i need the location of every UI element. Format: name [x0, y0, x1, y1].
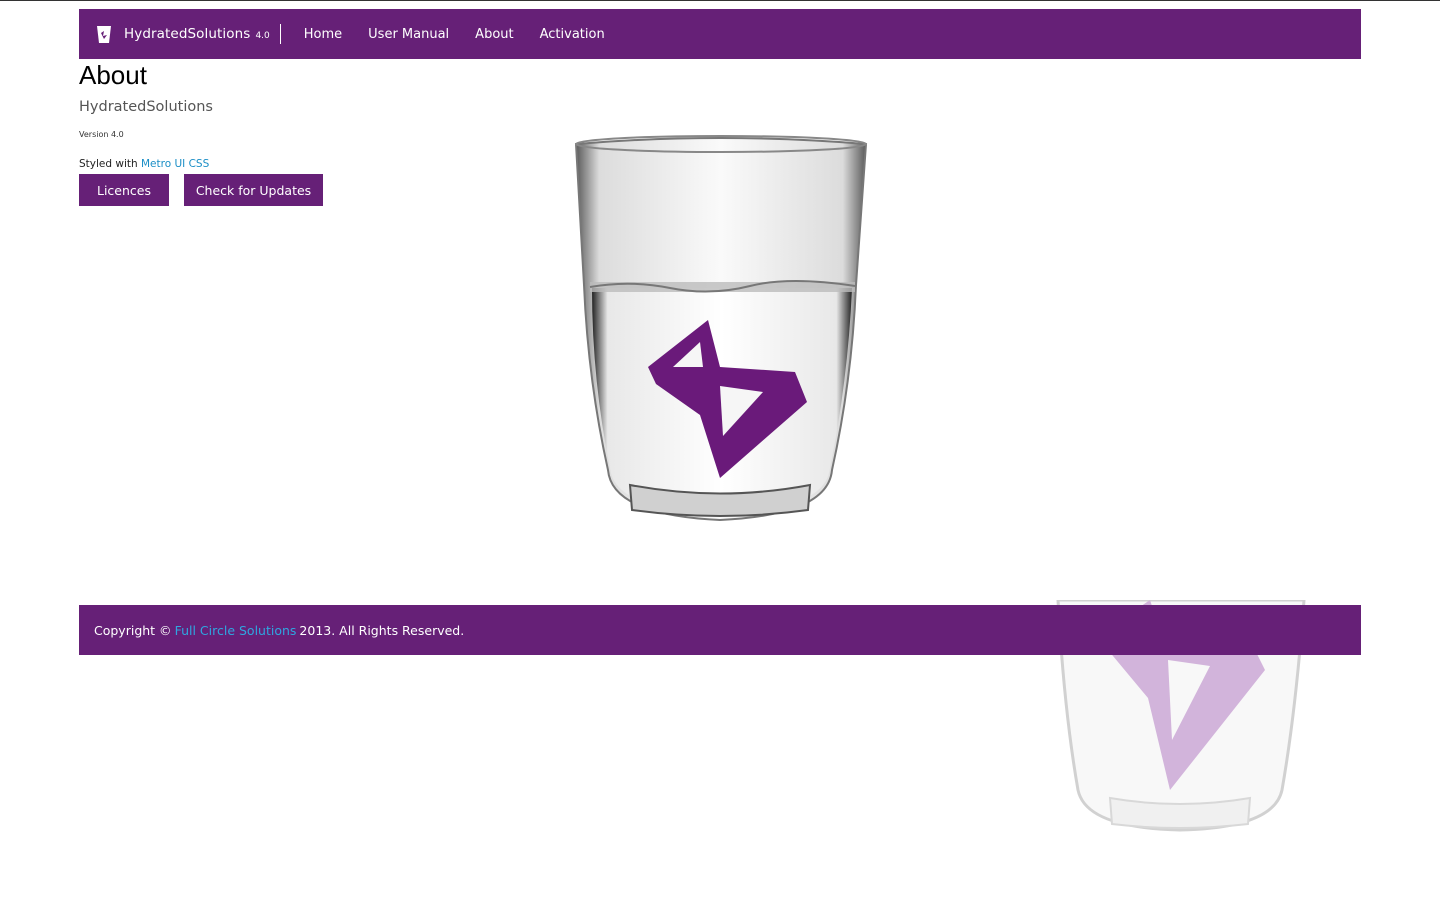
version-text: Version 4.0 — [79, 130, 124, 139]
nav-item-activation[interactable]: Activation — [527, 27, 618, 42]
brand[interactable]: HydratedSolutions 4.0 — [79, 9, 270, 59]
copyright-suffix: 2013. All Rights Reserved. — [299, 622, 465, 638]
app-name: HydratedSolutions — [79, 99, 213, 115]
window-top-border — [0, 0, 1440, 1]
brand-version: 4.0 — [255, 31, 270, 41]
water-glass-logo-image — [570, 130, 870, 525]
metro-ui-css-link[interactable]: Metro UI CSS — [141, 158, 209, 170]
styled-with-prefix: Styled with — [79, 158, 138, 170]
brand-name: HydratedSolutions — [124, 26, 251, 42]
footer: Copyright © Full Circle Solutions 2013. … — [79, 605, 1361, 655]
page-title: About — [79, 60, 147, 90]
copyright-prefix: Copyright © — [94, 622, 172, 638]
company-link[interactable]: Full Circle Solutions — [175, 623, 297, 638]
nav-item-home[interactable]: Home — [291, 27, 355, 42]
nav-item-user-manual[interactable]: User Manual — [355, 27, 462, 42]
nav-divider — [279, 24, 281, 44]
glass-logo-icon — [95, 23, 113, 45]
top-navbar: HydratedSolutions 4.0 Home User Manual A… — [79, 9, 1361, 59]
licences-button[interactable]: Licences — [79, 174, 169, 206]
nav-item-about[interactable]: About — [462, 27, 526, 42]
styled-with-text: Styled with Metro UI CSS — [79, 158, 209, 170]
check-for-updates-button[interactable]: Check for Updates — [184, 174, 323, 206]
